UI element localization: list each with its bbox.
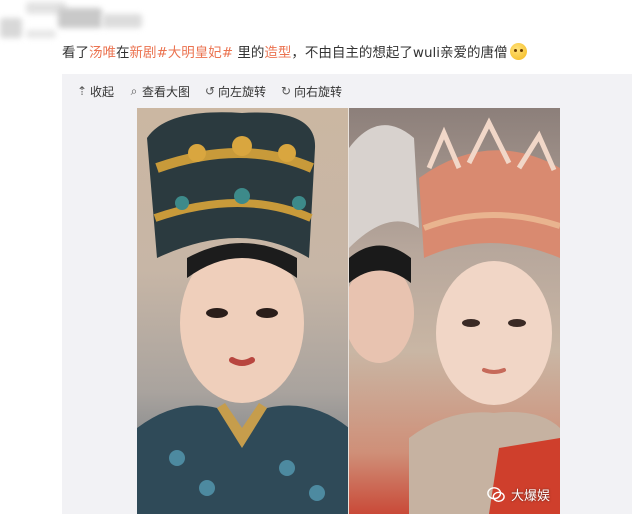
blurred-name-fragment <box>102 14 142 28</box>
blurred-meta-fragment <box>26 30 56 38</box>
collapse-label: 收起 <box>90 84 115 99</box>
blurred-avatar <box>0 18 22 38</box>
person-link[interactable]: 汤唯 <box>89 45 116 61</box>
photo-left-half <box>137 108 349 514</box>
rotate-left-label: 向左旋转 <box>218 84 267 99</box>
new-drama-link[interactable]: 新剧 <box>130 45 157 61</box>
image-toolbar: ⇡ 收起 ⌕ 查看大图 ↺ 向左旋转 ↻ 向右旋转 <box>76 82 342 100</box>
magnifier-icon: ⌕ <box>130 83 138 98</box>
post-text-mid2: 里的 <box>233 45 265 61</box>
media-panel: ⇡ 收起 ⌕ 查看大图 ↺ 向左旋转 ↻ 向右旋转 大爆娱 <box>62 74 632 514</box>
blurred-user-header <box>0 0 640 40</box>
rotate-right-icon: ↻ <box>281 84 292 98</box>
post-text-prefix: 看了 <box>62 45 89 61</box>
post-text-suffix: ，不由自主的想起了wuli亲爱的唐僧 <box>291 45 508 61</box>
post-photo[interactable]: 大爆娱 <box>137 108 560 514</box>
photo-left-figure <box>137 112 349 514</box>
rotate-left-button[interactable]: ↺ 向左旋转 <box>204 82 266 100</box>
rotate-right-label: 向右旋转 <box>294 84 343 99</box>
post-text-mid: 在 <box>116 45 130 61</box>
styling-link[interactable]: 造型 <box>264 45 291 61</box>
thinking-face-emoji-icon <box>509 43 527 60</box>
topic-link[interactable]: #大明皇妃# <box>157 45 234 61</box>
view-large-button[interactable]: ⌕ 查看大图 <box>128 82 190 100</box>
watermark-text: 大爆娱 <box>510 489 550 504</box>
rotate-right-button[interactable]: ↻ 向右旋转 <box>280 82 342 100</box>
blurred-name-fragment <box>58 8 102 28</box>
collapse-arrow-icon: ⇡ <box>76 84 88 98</box>
collapse-button[interactable]: ⇡ 收起 <box>76 82 114 100</box>
photo-right-figure <box>344 117 560 514</box>
watermark: 大爆娱 <box>487 485 550 504</box>
rotate-left-icon: ↺ <box>205 84 216 98</box>
view-large-label: 查看大图 <box>142 84 191 99</box>
wechat-icon <box>487 486 505 502</box>
post-text: 看了汤唯在新剧#大明皇妃# 里的造型，不由自主的想起了wuli亲爱的唐僧 <box>62 43 632 63</box>
photo-right-half <box>344 108 560 514</box>
